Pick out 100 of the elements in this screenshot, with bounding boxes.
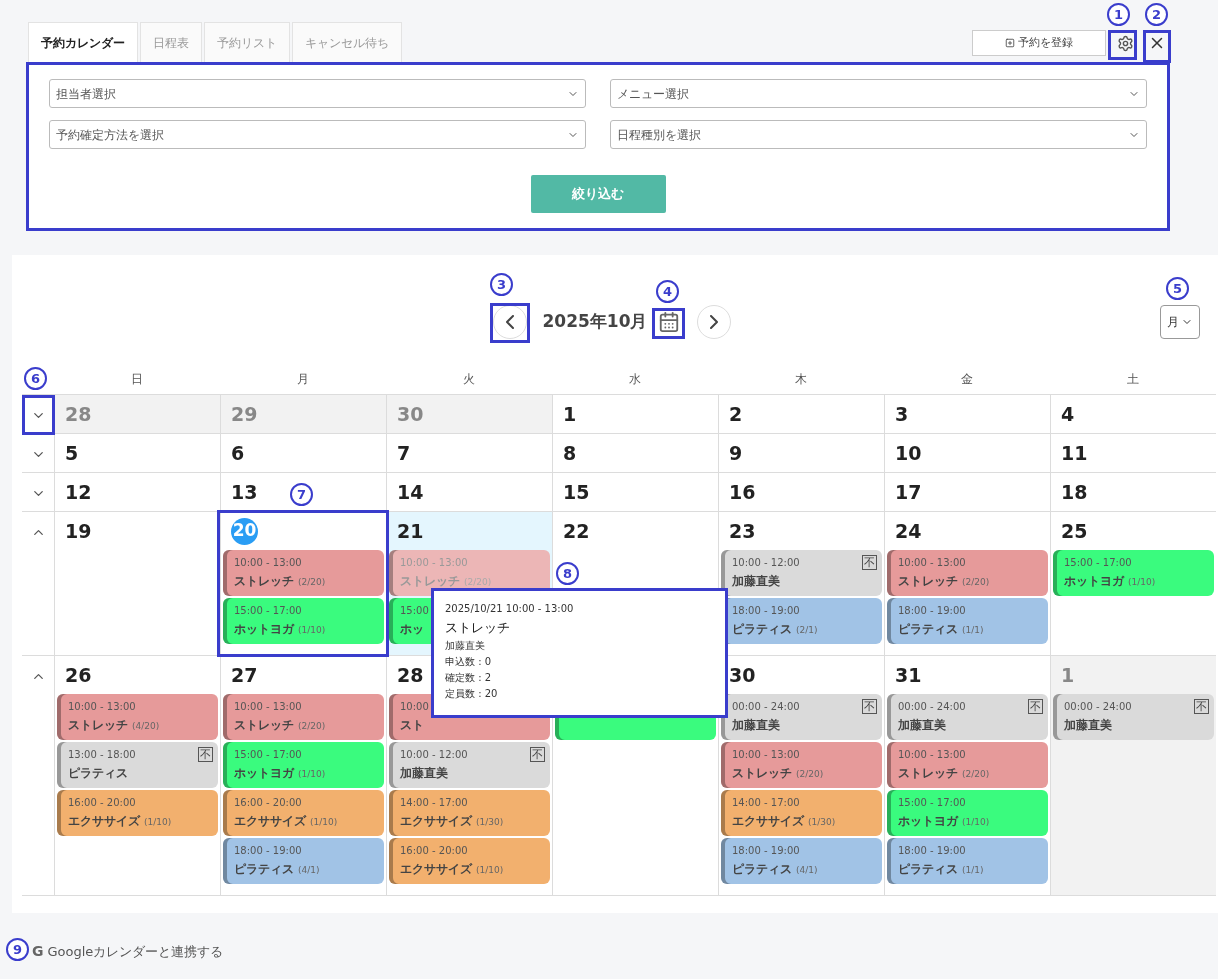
event-title: エクササイズ [732, 813, 804, 830]
event-time: 18:00 - 19:00 [234, 845, 302, 857]
event-time: 16:00 - 20:00 [234, 797, 302, 809]
event-time: 15:00 - 17:00 [898, 797, 966, 809]
event-title: 加藤直美 [400, 765, 448, 782]
day-number: 16 [729, 479, 756, 505]
event-time: 15:00 - 17:00 [1064, 557, 1132, 569]
popover-detail: 定員数 : 20 [445, 686, 499, 701]
weekday-header: 月 [296, 371, 310, 388]
day-number: 26 [65, 662, 92, 688]
capacity-count: (2/20) [962, 768, 990, 781]
day-number: 24 [895, 518, 922, 544]
event-time: 00:00 - 24:00 [898, 701, 966, 713]
event-title: ピラティス [68, 765, 128, 782]
day-number: 4 [1061, 401, 1075, 427]
capacity-count: (1/1) [962, 864, 984, 877]
event-title: ホットヨガ [234, 621, 294, 638]
event-time: 10:00 [400, 701, 429, 713]
event-title: ピラティス [732, 861, 792, 878]
capacity-count: (1/10) [298, 624, 326, 637]
day-number: 19 [65, 518, 92, 544]
day-number: 15 [563, 479, 590, 505]
event-time: 18:00 - 19:00 [732, 605, 800, 617]
event-time: 10:00 - 13:00 [732, 749, 800, 761]
day-number: 27 [231, 662, 258, 688]
day-number: 1 [1061, 662, 1075, 688]
event-time: 10:00 - 13:00 [898, 749, 966, 761]
weekday-header: 日 [130, 371, 144, 388]
day-number: 8 [563, 440, 577, 466]
capacity-count: (2/1) [796, 624, 818, 637]
status-badge: 不 [530, 747, 545, 762]
event-time: 18:00 - 19:00 [732, 845, 800, 857]
event-time: 15:00 - 17:00 [234, 749, 302, 761]
day-number: 14 [397, 479, 424, 505]
today-number: 20 [231, 517, 258, 545]
event-title: エクササイズ [68, 813, 140, 830]
day-number: 28 [397, 662, 424, 688]
event-title: 加藤直美 [732, 573, 780, 590]
day-number: 30 [729, 662, 756, 688]
day-number: 31 [895, 662, 922, 688]
status-badge: 不 [198, 747, 213, 762]
callout-number: 1 [1107, 3, 1130, 26]
capacity-count: (1/10) [962, 816, 990, 829]
event-title: 加藤直美 [1064, 717, 1112, 734]
event-title: 加藤直美 [898, 717, 946, 734]
event-time: 15:00 [400, 605, 429, 617]
event-title: ストレッチ [732, 765, 792, 782]
event-time: 10:00 - 13:00 [400, 557, 468, 569]
event-title: ホッ [400, 621, 424, 638]
event-time: 18:00 - 19:00 [898, 845, 966, 857]
day-number: 17 [895, 479, 922, 505]
weekday-header: 金 [960, 371, 974, 388]
event-title: ストレッチ [898, 573, 958, 590]
event-time: 10:00 - 13:00 [898, 557, 966, 569]
event-title: ストレッチ [68, 717, 128, 734]
capacity-count: (4/20) [132, 720, 160, 733]
capacity-count: (2/20) [298, 720, 326, 733]
day-number: 18 [1061, 479, 1088, 505]
capacity-count: (1/10) [298, 768, 326, 781]
event-title: エクササイズ [400, 861, 472, 878]
day-number: 6 [231, 440, 245, 466]
status-badge: 不 [1194, 699, 1209, 714]
event-time: 10:00 - 12:00 [400, 749, 468, 761]
status-badge: 不 [862, 555, 877, 570]
event-time: 15:00 - 17:00 [234, 605, 302, 617]
capacity-count: (2/20) [298, 576, 326, 589]
event-title: ホットヨガ [1064, 573, 1124, 590]
event-time: 14:00 - 17:00 [732, 797, 800, 809]
event-time: 16:00 - 20:00 [68, 797, 136, 809]
status-badge: 不 [1028, 699, 1043, 714]
day-number: 29 [231, 401, 258, 427]
capacity-count: (1/10) [310, 816, 338, 829]
day-number: 28 [65, 401, 92, 427]
event-title: エクササイズ [400, 813, 472, 830]
capacity-count: (2/20) [962, 576, 990, 589]
capacity-count: (2/20) [796, 768, 824, 781]
event-title: ストレッチ [400, 573, 460, 590]
event-title: 加藤直美 [732, 717, 780, 734]
popover-detail: 確定数 : 2 [445, 670, 493, 685]
event-title: ピラティス [898, 621, 958, 638]
capacity-count: (1/30) [476, 816, 504, 829]
event-title: エクササイズ [234, 813, 306, 830]
event-title: ピラティス [234, 861, 294, 878]
day-number: 12 [65, 479, 92, 505]
day-number: 7 [397, 440, 411, 466]
day-number: 1 [563, 401, 577, 427]
popover-detail: 申込数 : 0 [445, 654, 493, 669]
capacity-count: (4/1) [298, 864, 320, 877]
day-number: 25 [1061, 518, 1088, 544]
dropdown-placeholder: メニュー選択 [617, 85, 689, 103]
capacity-count: (1/30) [808, 816, 836, 829]
event-title: スト [400, 717, 424, 734]
day-number: 11 [1061, 440, 1088, 466]
day-number: 3 [895, 401, 909, 427]
weekday-header: 水 [628, 371, 642, 388]
event-title: ストレッチ [898, 765, 958, 782]
day-number: 23 [729, 518, 756, 544]
event-time: 10:00 - 13:00 [68, 701, 136, 713]
day-number: 21 [397, 518, 424, 544]
view-select-value: 月 [1167, 314, 1179, 331]
